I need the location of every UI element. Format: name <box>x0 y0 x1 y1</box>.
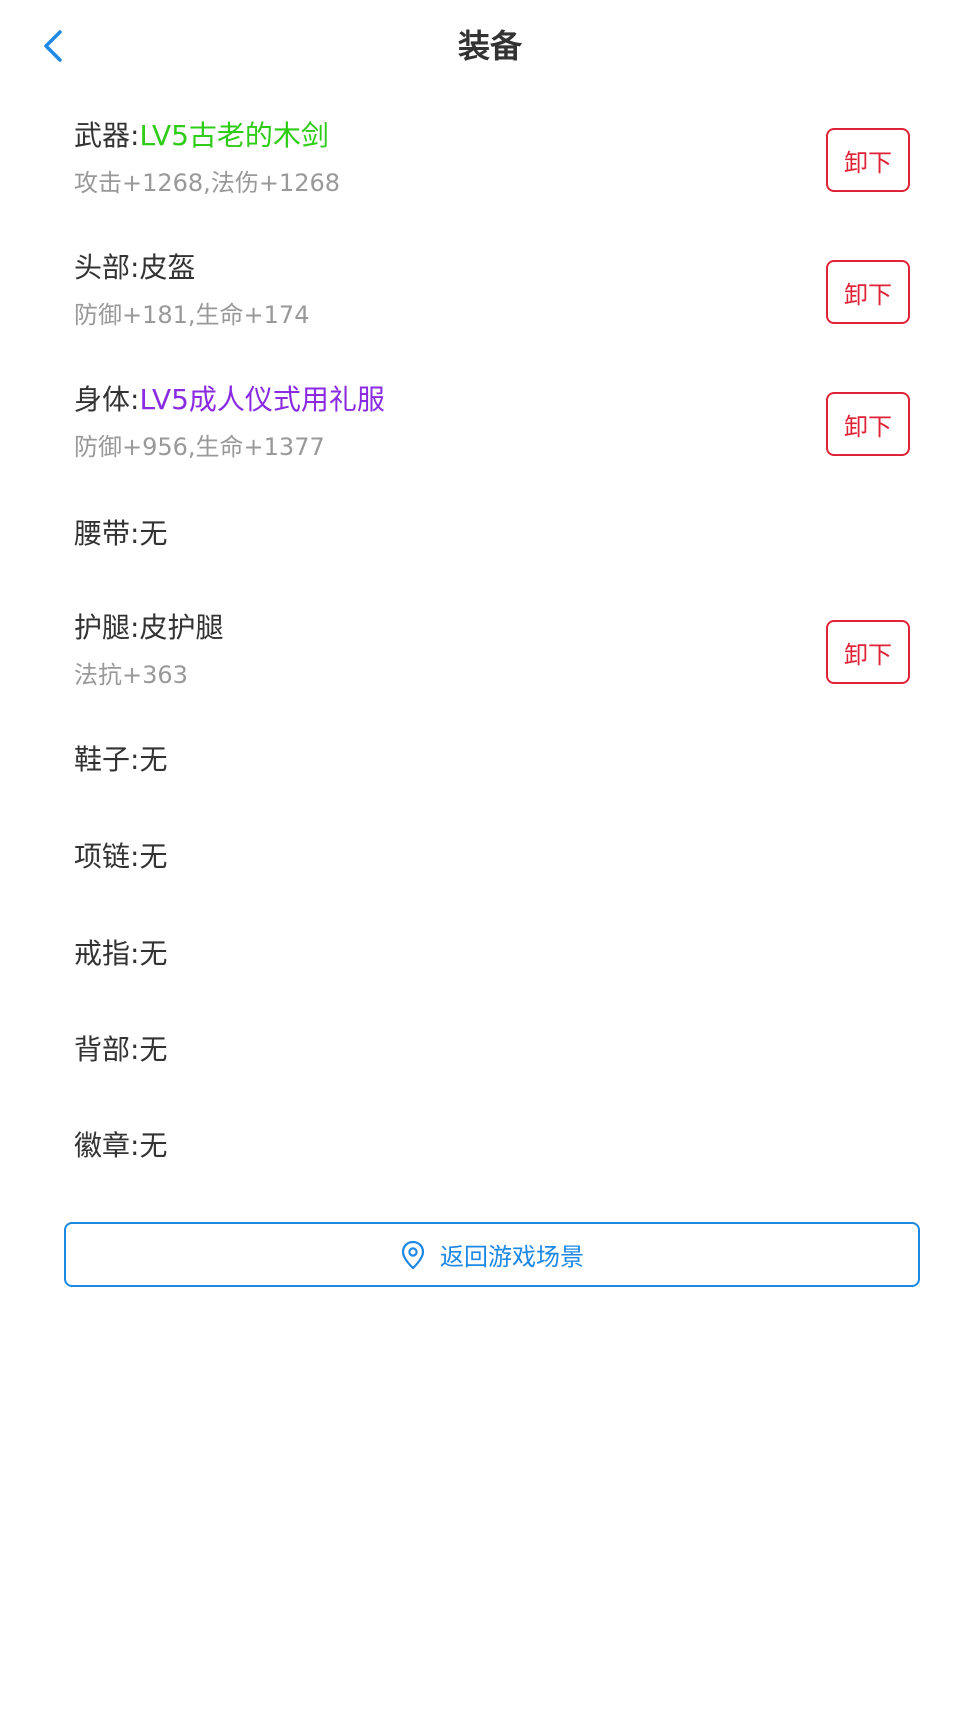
slot-name: 戒指:无 <box>74 934 167 974</box>
slot-name: 项链:无 <box>74 837 167 877</box>
item-stats: 攻击+1268,法伤+1268 <box>74 169 341 197</box>
return-button-label: 返回游戏场景 <box>440 1243 584 1271</box>
header: 装备 <box>0 0 980 92</box>
slot-name: 徽章:无 <box>74 1126 167 1166</box>
unequip-button[interactable]: 卸下 <box>826 620 910 684</box>
slot-label: 鞋子: <box>74 743 140 776</box>
equipped-item-name: 无 <box>139 937 168 970</box>
return-to-game-button[interactable]: 返回游戏场景 <box>64 1222 920 1287</box>
location-pin-icon <box>401 1240 425 1269</box>
item-stats: 防御+181,生命+174 <box>74 301 310 329</box>
equipped-item-name: 无 <box>139 743 168 776</box>
slot-label: 徽章: <box>74 1129 140 1162</box>
equipped-item-name: 皮护腿 <box>139 611 224 644</box>
item-stats: 防御+956,生命+1377 <box>74 433 325 461</box>
slot-label: 身体: <box>74 383 140 416</box>
slot-label: 戒指: <box>74 937 140 970</box>
slot-label: 腰带: <box>74 517 140 550</box>
equipped-item-name: LV5古老的木剑 <box>139 119 329 152</box>
slot-label: 武器: <box>74 119 140 152</box>
slot-name: 背部:无 <box>74 1030 167 1070</box>
unequip-button[interactable]: 卸下 <box>826 392 910 456</box>
slot-name: 护腿:皮护腿 <box>74 608 223 648</box>
slot-name: 腰带:无 <box>74 514 167 554</box>
slot-label: 护腿: <box>74 611 140 644</box>
slot-name: 头部:皮盔 <box>74 248 195 288</box>
unequip-button[interactable]: 卸下 <box>826 260 910 324</box>
equipped-item-name: LV5成人仪式用礼服 <box>139 383 385 416</box>
slot-name: 武器:LV5古老的木剑 <box>74 116 329 156</box>
slot-label: 背部: <box>74 1033 140 1066</box>
equipped-item-name: 无 <box>139 1129 168 1162</box>
equipped-item-name: 无 <box>139 517 168 550</box>
slot-name: 鞋子:无 <box>74 740 167 780</box>
slot-label: 头部: <box>74 251 140 284</box>
page-title: 装备 <box>457 27 522 65</box>
slot-name: 身体:LV5成人仪式用礼服 <box>74 380 385 420</box>
equipped-item-name: 皮盔 <box>139 251 196 284</box>
slot-label: 项链: <box>74 840 140 873</box>
equipped-item-name: 无 <box>139 840 168 873</box>
unequip-button[interactable]: 卸下 <box>826 128 910 192</box>
equipped-item-name: 无 <box>139 1033 168 1066</box>
item-stats: 法抗+363 <box>74 661 188 689</box>
